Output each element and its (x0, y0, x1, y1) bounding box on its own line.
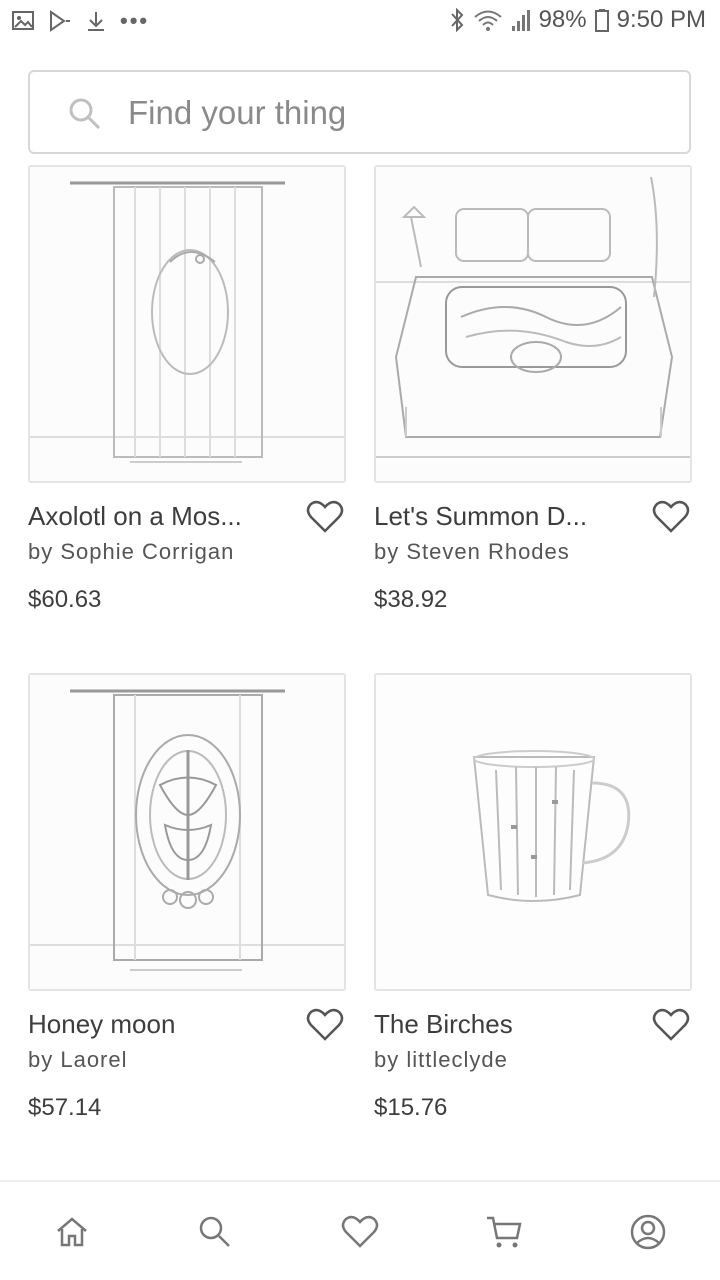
cart-icon[interactable] (482, 1210, 526, 1254)
bottom-navigation (0, 1180, 720, 1280)
heart-icon[interactable] (652, 500, 690, 539)
gallery-icon (12, 10, 34, 32)
battery-icon (594, 8, 609, 32)
home-icon[interactable] (50, 1210, 94, 1254)
status-bar-right: 98% 9:50 PM (449, 6, 706, 34)
search-icon (68, 97, 102, 136)
download-icon (86, 10, 106, 32)
product-artist[interactable]: by Sophie Corrigan (28, 539, 234, 565)
status-bar-left: ••• (12, 8, 149, 34)
search-icon[interactable] (193, 1210, 237, 1254)
battery-percent: 98% (538, 6, 587, 33)
product-price: $15.76 (374, 1094, 448, 1121)
product-image-shower-curtain-honeymoon[interactable] (28, 673, 346, 991)
product-title[interactable]: The Birches (374, 1009, 513, 1040)
product-title[interactable]: Honey moon (28, 1009, 175, 1040)
heart-icon[interactable] (338, 1210, 382, 1254)
product-price: $57.14 (28, 1094, 102, 1121)
product-price: $38.92 (374, 586, 448, 613)
heart-icon[interactable] (652, 1008, 690, 1047)
product-artist[interactable]: by Laorel (28, 1047, 128, 1073)
product-price: $60.63 (28, 586, 102, 613)
product-title[interactable]: Axolotl on a Mos... (28, 501, 242, 532)
account-icon[interactable] (626, 1210, 670, 1254)
product-title[interactable]: Let's Summon D... (374, 501, 587, 532)
product-artist[interactable]: by littleclyde (374, 1047, 508, 1073)
clock: 9:50 PM (616, 6, 706, 33)
product-image-bedding-duvet[interactable] (374, 165, 692, 483)
wifi-icon (473, 8, 503, 32)
heart-icon[interactable] (306, 500, 344, 539)
search-input[interactable] (128, 86, 668, 140)
heart-icon[interactable] (306, 1008, 344, 1047)
search-bar[interactable] (28, 70, 691, 154)
product-image-shower-curtain-axolotl[interactable] (28, 165, 346, 483)
play-store-icon (48, 10, 72, 32)
signal-icon (511, 8, 531, 32)
product-artist[interactable]: by Steven Rhodes (374, 539, 570, 565)
product-image-mug-birches[interactable] (374, 673, 692, 991)
status-bar: ••• 98% 9:50 PM (0, 0, 720, 44)
bluetooth-icon (449, 7, 465, 33)
more-dots-icon: ••• (120, 8, 150, 33)
